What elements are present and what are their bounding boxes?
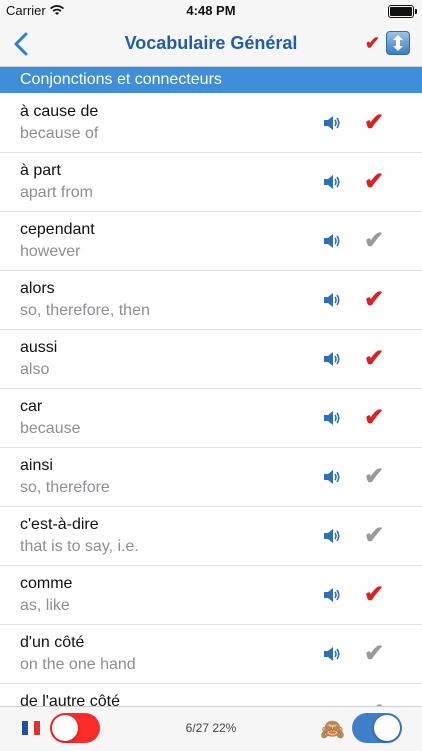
- list-item[interactable]: cependant however ✔: [0, 212, 422, 271]
- french-word: c'est-à-dire: [20, 516, 99, 533]
- up-down-arrow-icon: [393, 35, 403, 51]
- checkmark-red-icon[interactable]: ✔: [364, 167, 384, 196]
- french-word: aussi: [20, 339, 58, 356]
- battery-fill: [390, 7, 412, 16]
- list-item[interactable]: d'un côté on the one hand ✔: [0, 625, 422, 684]
- speaker-icon[interactable]: [322, 468, 342, 486]
- french-word: à part: [20, 162, 61, 179]
- section-title: Conjonctions et connecteurs: [20, 71, 222, 88]
- french-word: car: [20, 398, 43, 415]
- french-word: cependant: [20, 221, 95, 238]
- checkmark-red-icon[interactable]: ✔: [364, 344, 384, 373]
- checkmark-gray-icon[interactable]: ✔: [364, 462, 384, 491]
- checkmark-red-icon[interactable]: ✔: [364, 403, 384, 432]
- checkmark-gray-icon[interactable]: ✔: [364, 639, 384, 668]
- checkmark-red-icon[interactable]: ✔: [364, 108, 384, 137]
- navigation-bar: Vocabulaire Général ✔: [0, 22, 422, 67]
- english-translation: on the one hand: [20, 656, 136, 673]
- list-item[interactable]: aussi also ✔: [0, 330, 422, 389]
- sort-button[interactable]: [386, 31, 410, 55]
- list-item[interactable]: alors so, therefore, then ✔: [0, 271, 422, 330]
- list-item[interactable]: car because ✔: [0, 389, 422, 448]
- french-word: alors: [20, 280, 55, 297]
- section-header: Conjonctions et connecteurs: [0, 67, 422, 93]
- bottom-toolbar: 6/27 22% 🙈: [0, 706, 422, 751]
- page-title: Vocabulaire Général: [124, 33, 298, 53]
- see-no-evil-monkey-icon: 🙈: [320, 719, 345, 741]
- french-word: ainsi: [20, 457, 53, 474]
- speaker-icon[interactable]: [322, 527, 342, 545]
- speaker-icon[interactable]: [322, 291, 342, 309]
- english-translation: because: [20, 420, 81, 437]
- speaker-icon[interactable]: [322, 586, 342, 604]
- status-bar: Carrier 4:48 PM: [0, 0, 422, 22]
- list-item[interactable]: de l'autre côté ✔: [0, 684, 422, 706]
- speaker-icon[interactable]: [322, 350, 342, 368]
- checkmark-red-icon[interactable]: ✔: [364, 285, 384, 314]
- checkmark-gray-icon[interactable]: ✔: [364, 226, 384, 255]
- french-word: à cause de: [20, 103, 99, 120]
- list-item[interactable]: ainsi so, therefore ✔: [0, 448, 422, 507]
- checkmark-gray-icon[interactable]: ✔: [364, 521, 384, 550]
- checkmark-filter-icon[interactable]: ✔: [365, 33, 380, 54]
- speaker-icon[interactable]: [322, 232, 342, 250]
- english-translation: as, like: [20, 597, 70, 614]
- english-translation: also: [20, 361, 50, 378]
- list-item[interactable]: comme as, like ✔: [0, 566, 422, 625]
- english-translation: that is to say, i.e.: [20, 538, 139, 555]
- english-translation: so, therefore: [20, 479, 110, 496]
- checkmark-red-icon[interactable]: ✔: [364, 580, 384, 609]
- hide-translation-toggle[interactable]: [352, 713, 402, 743]
- checkmark-gray-icon[interactable]: ✔: [364, 698, 384, 706]
- list-item[interactable]: à part apart from ✔: [0, 153, 422, 212]
- french-word: de l'autre côté: [20, 693, 121, 706]
- toggle-knob: [374, 715, 400, 741]
- speaker-icon[interactable]: [322, 409, 342, 427]
- speaker-icon[interactable]: [322, 645, 342, 663]
- speaker-icon[interactable]: [322, 114, 342, 132]
- english-translation: apart from: [20, 184, 93, 201]
- french-word: d'un côté: [20, 634, 85, 651]
- english-translation: so, therefore, then: [20, 302, 150, 319]
- list-item[interactable]: à cause de because of ✔: [0, 94, 422, 153]
- speaker-icon[interactable]: [322, 173, 342, 191]
- list-item[interactable]: c'est-à-dire that is to say, i.e. ✔: [0, 507, 422, 566]
- status-time: 4:48 PM: [186, 3, 236, 18]
- vocabulary-list[interactable]: à cause de because of ✔ à part apart from ✔ ce…: [0, 94, 422, 706]
- battery-icon: [388, 5, 417, 18]
- english-translation: however: [20, 243, 81, 260]
- french-word: comme: [20, 575, 73, 592]
- english-translation: because of: [20, 125, 99, 142]
